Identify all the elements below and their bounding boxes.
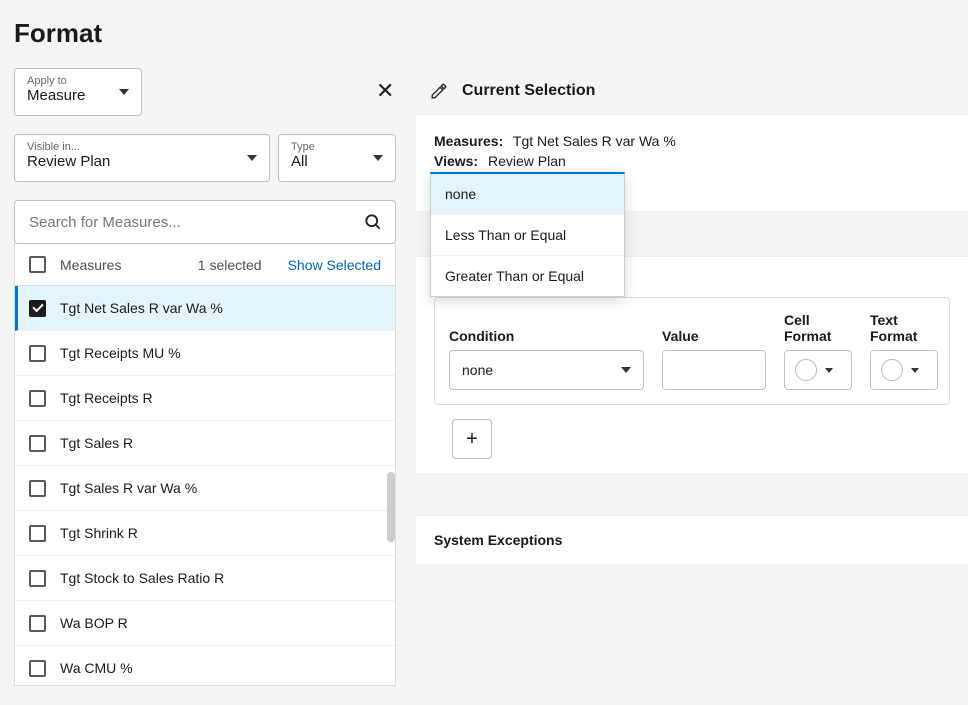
list-item-label: Tgt Sales R: [60, 435, 133, 451]
list-item[interactable]: Tgt Receipts MU %: [15, 331, 395, 376]
list-item[interactable]: Tgt Sales R var Wa %: [15, 466, 395, 511]
list-item[interactable]: Tgt Sales R: [15, 421, 395, 466]
list-header-title: Measures: [60, 257, 121, 273]
measures-value: Tgt Net Sales R var Wa %: [513, 133, 676, 149]
condition-value: none: [462, 362, 493, 378]
chevron-down-icon: [621, 367, 631, 373]
list-item-label: Wa BOP R: [60, 615, 128, 631]
visible-in-label: Visible in...: [27, 141, 257, 153]
current-selection-heading: Current Selection: [462, 82, 595, 100]
checkbox[interactable]: [29, 525, 46, 542]
checkbox[interactable]: [29, 345, 46, 362]
dropdown-item[interactable]: none: [431, 174, 624, 215]
visible-in-value: Review Plan: [27, 153, 257, 170]
type-label: Type: [291, 141, 383, 153]
list-item-label: Tgt Sales R var Wa %: [60, 480, 197, 496]
search-icon[interactable]: [363, 212, 383, 232]
visible-in-select[interactable]: Visible in... Review Plan: [14, 134, 270, 182]
chevron-down-icon: [373, 155, 383, 161]
close-icon[interactable]: ✕: [376, 78, 394, 104]
chevron-down-icon: [247, 155, 257, 161]
value-label: Value: [662, 328, 766, 344]
chevron-down-icon: [119, 89, 129, 95]
list-header: Measures 1 selected Show Selected: [14, 244, 396, 286]
checkbox[interactable]: [29, 570, 46, 587]
add-exception-button[interactable]: +: [452, 419, 492, 459]
system-exceptions-heading: System Exceptions: [416, 515, 968, 564]
list-item-label: Tgt Stock to Sales Ratio R: [60, 570, 224, 586]
text-format-select[interactable]: [870, 350, 938, 390]
text-format-swatch: [881, 359, 903, 381]
cell-format-label: Cell Format: [784, 312, 852, 344]
checkbox[interactable]: [29, 615, 46, 632]
list-item-label: Tgt Net Sales R var Wa %: [60, 300, 223, 316]
list-item[interactable]: Tgt Net Sales R var Wa %: [15, 286, 395, 331]
list-item-label: Tgt Receipts R: [60, 390, 153, 406]
scrollbar-thumb[interactable]: [387, 472, 395, 542]
checkbox[interactable]: [29, 300, 46, 317]
search-input-wrap[interactable]: [14, 200, 396, 244]
cell-format-swatch: [795, 359, 817, 381]
selected-count: 1 selected: [198, 257, 262, 273]
views-value: Review Plan: [488, 153, 566, 169]
measures-list: Tgt Net Sales R var Wa % Tgt Receipts MU …: [14, 286, 396, 686]
apply-to-value: Measure: [27, 87, 129, 104]
checkbox[interactable]: [29, 435, 46, 452]
type-select[interactable]: Type All: [278, 134, 396, 182]
list-item[interactable]: Wa BOP R: [15, 601, 395, 646]
checkbox[interactable]: [29, 480, 46, 497]
list-item-label: Tgt Shrink R: [60, 525, 138, 541]
measures-label: Measures:: [434, 133, 503, 149]
dropdown-item[interactable]: Less Than or Equal: [431, 215, 624, 256]
list-item[interactable]: Wa CMU %: [15, 646, 395, 686]
page-title: Format: [0, 0, 968, 57]
select-all-checkbox[interactable]: [29, 256, 46, 273]
text-format-label: Text Format: [870, 312, 938, 344]
apply-to-label: Apply to: [27, 75, 129, 87]
value-input[interactable]: [662, 350, 766, 390]
list-item-label: Tgt Receipts MU %: [60, 345, 181, 361]
edit-icon[interactable]: [430, 82, 448, 100]
condition-dropdown: noneLess Than or EqualGreater Than or Eq…: [430, 172, 625, 297]
apply-to-select[interactable]: Apply to Measure: [14, 68, 142, 116]
chevron-down-icon: [911, 368, 919, 373]
list-item[interactable]: Tgt Shrink R: [15, 511, 395, 556]
cell-format-select[interactable]: [784, 350, 852, 390]
list-item[interactable]: Tgt Receipts R: [15, 376, 395, 421]
condition-label: Condition: [449, 328, 644, 344]
search-input[interactable]: [27, 213, 363, 232]
condition-select[interactable]: none: [449, 350, 644, 390]
type-value: All: [291, 153, 383, 170]
chevron-down-icon: [825, 368, 833, 373]
views-label: Views:: [434, 153, 478, 169]
dropdown-item[interactable]: Greater Than or Equal: [431, 256, 624, 296]
show-selected-link[interactable]: Show Selected: [288, 257, 381, 273]
exception-row: Condition none Value Cell Format Text Fo…: [434, 297, 950, 405]
checkbox[interactable]: [29, 390, 46, 407]
checkbox[interactable]: [29, 660, 46, 677]
list-item-label: Wa CMU %: [60, 660, 133, 676]
list-item[interactable]: Tgt Stock to Sales Ratio R: [15, 556, 395, 601]
